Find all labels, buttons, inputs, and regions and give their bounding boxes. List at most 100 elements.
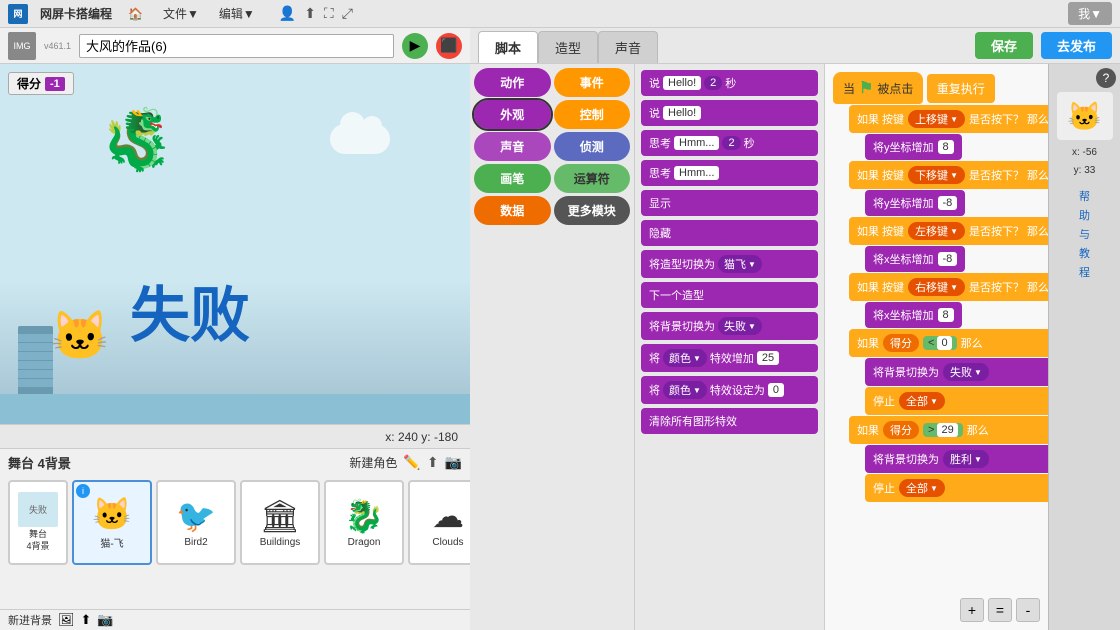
score-label: 得分 — [17, 75, 41, 92]
main-layout: IMG v461.1 ▶ ⬛ 得分 -1 🐉 🐱 — [0, 28, 1120, 630]
cat-sprite: 🐱 — [50, 307, 110, 364]
palette-think-sec[interactable]: 思考 Hmm... 2 秒 — [641, 130, 818, 156]
tab-costume[interactable]: 造型 — [538, 31, 598, 63]
buildings-thumb[interactable]: 🏛 Buildings — [240, 480, 320, 565]
help-icon[interactable]: ? — [1096, 68, 1116, 88]
palette-next-costume[interactable]: 下一个造型 — [641, 282, 818, 308]
score-badge: 得分 -1 — [8, 72, 74, 95]
help-link-3[interactable]: 与 — [1079, 226, 1090, 242]
cat-control[interactable]: 控制 — [554, 100, 631, 129]
palette-hide[interactable]: 隐藏 — [641, 220, 818, 246]
cat-thumb-emoji: 🐱 — [92, 495, 132, 533]
switch-bg-lose-block[interactable]: 将背景切换为 失败▼ — [865, 358, 1048, 386]
clouds-name: Clouds — [432, 537, 463, 548]
green-flag-button[interactable]: ▶ — [402, 33, 428, 59]
palette-switch-bg[interactable]: 将背景切换为 失败▼ — [641, 312, 818, 340]
if-down-block[interactable]: 如果 按键 下移键▼ 是否按下？ 那么 — [849, 161, 1048, 189]
block-palette: 说 Hello! 2 秒 说 Hello! 思考 Hmm... 2 秒 思考 H… — [635, 64, 825, 630]
stage-thumb[interactable]: 失败 舞台4背景 — [8, 480, 68, 565]
zoom-reset-button[interactable]: = — [988, 598, 1012, 622]
menu-edit[interactable]: 编辑▼ — [215, 3, 259, 24]
help-link-1[interactable]: 帮 — [1079, 188, 1090, 204]
stop-all-win-block[interactable]: 停止 全部▼ — [865, 474, 1048, 502]
move-y-up-block[interactable]: 将y坐标增加 8 — [865, 134, 962, 160]
editor-top-bar: 脚本 造型 声音 保存 去发布 — [470, 28, 1120, 64]
new-stage-upload[interactable]: ⬆ — [81, 612, 92, 628]
cat-info-icon: i — [76, 484, 90, 498]
tab-script[interactable]: 脚本 — [478, 31, 538, 63]
cat-sensing[interactable]: 侦测 — [554, 132, 631, 161]
cat-data[interactable]: 数据 — [474, 196, 551, 225]
clouds-thumb[interactable]: ☁ Clouds — [408, 480, 470, 565]
cat-motion[interactable]: 动作 — [474, 68, 551, 97]
palette-say-sec[interactable]: 说 Hello! 2 秒 — [641, 70, 818, 96]
cat-operators[interactable]: 运算符 — [554, 164, 631, 193]
camera-icon[interactable]: 📷 — [445, 454, 462, 471]
if-up-block[interactable]: 如果 按键 上移键▼ 是否按下？ 那么 — [849, 105, 1048, 133]
icon-expand[interactable]: ⤢ — [342, 5, 353, 22]
save-button[interactable]: 保存 — [975, 32, 1033, 59]
if-score-high-block[interactable]: 如果 得分 > 29 那么 — [849, 416, 1048, 444]
help-links: 帮 助 与 教 程 — [1053, 188, 1116, 280]
help-link-5[interactable]: 程 — [1079, 264, 1090, 280]
when-flag-block[interactable]: 当 ⚑ 被点击 — [833, 72, 923, 104]
stage-ground — [0, 394, 470, 424]
move-y-down-block[interactable]: 将y坐标增加 -8 — [865, 190, 965, 216]
menu-file[interactable]: 文件▼ — [159, 3, 203, 24]
app-logo: 网 — [8, 4, 28, 24]
repeat-block[interactable]: 重复执行 — [927, 74, 995, 103]
if-score-low-block[interactable]: 如果 得分 < 0 那么 — [849, 329, 1048, 357]
move-x-left-block[interactable]: 将x坐标增加 -8 — [865, 246, 965, 272]
zoom-in-button[interactable]: + — [960, 598, 984, 622]
switch-bg-win-block[interactable]: 将背景切换为 胜利▼ — [865, 445, 1048, 473]
move-x-right-block[interactable]: 将x坐标增加 8 — [865, 302, 962, 328]
help-x: x: -56 — [1072, 147, 1097, 158]
left-panel: IMG v461.1 ▶ ⬛ 得分 -1 🐉 🐱 — [0, 28, 470, 630]
if-left-block[interactable]: 如果 按键 左移键▼ 是否按下？ 那么 — [849, 217, 1048, 245]
me-button[interactable]: 我▼ — [1068, 2, 1112, 25]
chars-title: 舞台 4背景 — [8, 453, 71, 472]
help-link-4[interactable]: 教 — [1079, 245, 1090, 261]
coords-bar: x: 240 y: -180 — [0, 424, 470, 448]
defeat-text: 失败 — [130, 267, 250, 354]
stage-area: 得分 -1 🐉 🐱 失败 — [0, 64, 470, 424]
chars-actions: 新建角色 ✏️ ⬆ 📷 — [349, 454, 462, 471]
cat-sound[interactable]: 声音 — [474, 132, 551, 161]
icon-person: 👤 — [279, 5, 296, 22]
dragon-thumb[interactable]: 🐉 Dragon — [324, 480, 404, 565]
icon-fullscreen[interactable]: ⛶ — [324, 5, 334, 22]
clouds-emoji: ☁ — [432, 497, 464, 535]
help-link-2[interactable]: 助 — [1079, 207, 1090, 223]
bird2-thumb[interactable]: 🐦 Bird2 — [156, 480, 236, 565]
palette-change-effect[interactable]: 将 颜色▼ 特效增加 25 — [641, 344, 818, 372]
stop-all-lose-block[interactable]: 停止 全部▼ — [865, 387, 1048, 415]
chars-panel: 舞台 4背景 新建角色 ✏️ ⬆ 📷 失败 舞台4背景 i 🐱 — [0, 448, 470, 630]
palette-think[interactable]: 思考 Hmm... — [641, 160, 818, 186]
chars-list: 失败 舞台4背景 i 🐱 猫-飞 🐦 Bird2 🏛 Buildi — [0, 476, 470, 569]
red-stop-button[interactable]: ⬛ — [436, 33, 462, 59]
stage-pillar — [18, 326, 53, 396]
paint-icon[interactable]: ✏️ — [403, 454, 420, 471]
bird2-name: Bird2 — [184, 537, 207, 548]
sprite-preview-small: 🐱 — [1057, 92, 1113, 140]
cat-more[interactable]: 更多模块 — [554, 196, 631, 225]
new-stage-camera[interactable]: 📷 — [97, 612, 113, 628]
cat-pen[interactable]: 画笔 — [474, 164, 551, 193]
publish-button[interactable]: 去发布 — [1041, 32, 1112, 59]
upload-icon[interactable]: ⬆ — [427, 454, 439, 471]
palette-show[interactable]: 显示 — [641, 190, 818, 216]
if-right-block[interactable]: 如果 按键 右移键▼ 是否按下？ 那么 — [849, 273, 1048, 301]
menu-home[interactable]: 🏠 — [124, 5, 147, 23]
new-stage-area: 新进背景 🖼 ⬆ 📷 — [0, 609, 470, 630]
palette-switch-costume[interactable]: 将造型切换为 猫飞▼ — [641, 250, 818, 278]
cat-looks[interactable]: 外观 — [474, 100, 551, 129]
tab-sound[interactable]: 声音 — [598, 31, 658, 63]
palette-set-effect[interactable]: 将 颜色▼ 特效设定为 0 — [641, 376, 818, 404]
zoom-out-button[interactable]: - — [1016, 598, 1040, 622]
palette-clear-effects[interactable]: 清除所有图形特效 — [641, 408, 818, 434]
cat-events[interactable]: 事件 — [554, 68, 631, 97]
cat-thumb[interactable]: i 🐱 猫-飞 — [72, 480, 152, 565]
new-stage-paint[interactable]: 🖼 — [58, 612, 75, 628]
project-title-input[interactable] — [79, 34, 394, 58]
palette-say[interactable]: 说 Hello! — [641, 100, 818, 126]
